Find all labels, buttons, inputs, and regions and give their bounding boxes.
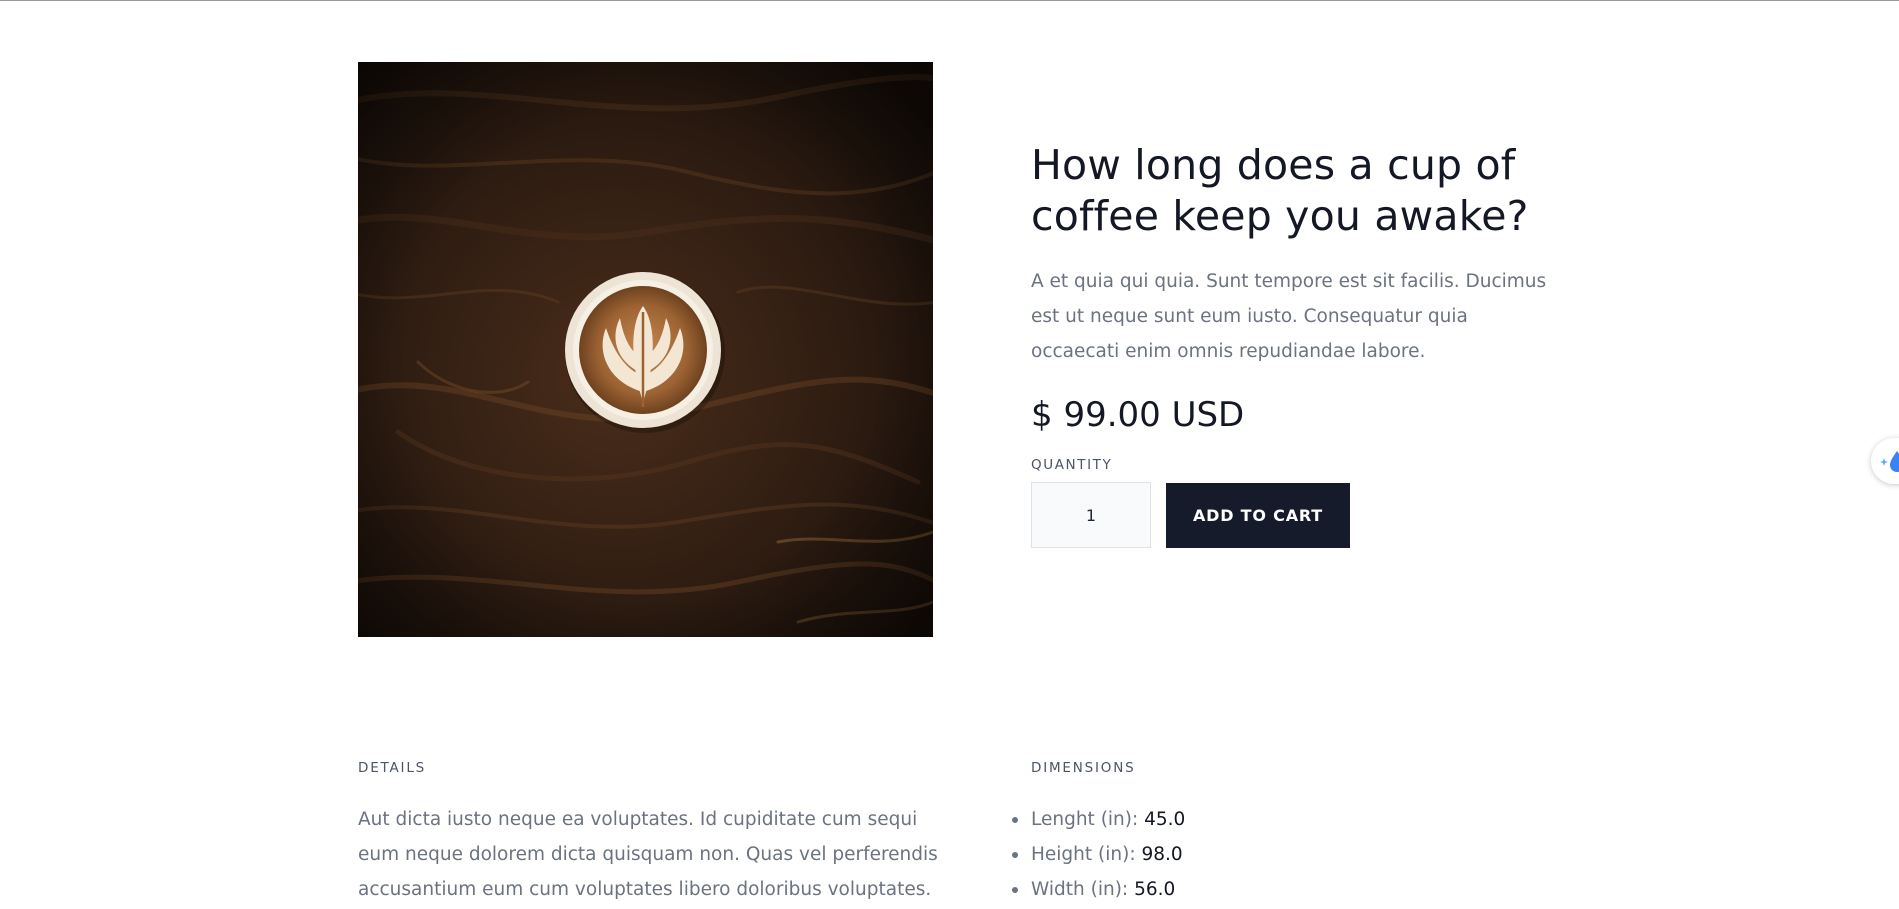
side-widget-tab[interactable] (1871, 438, 1899, 484)
water-drop-sparkle-icon (1880, 451, 1899, 472)
quantity-input[interactable] (1031, 482, 1151, 548)
dimension-key: Width (in): (1031, 879, 1129, 900)
dimension-height: Height (in): 98.0 (1011, 837, 1185, 872)
details-heading: DETAILS (358, 760, 427, 776)
dimension-key: Height (in): (1031, 844, 1136, 865)
details-text: Aut dicta iusto neque ea voluptates. Id … (358, 809, 938, 900)
product-image (358, 62, 933, 637)
product-title: How long does a cup of coffee keep you a… (1031, 141, 1529, 240)
dimension-length: Lenght (in): 45.0 (1011, 802, 1186, 837)
add-to-cart-button[interactable]: ADD TO CART (1166, 482, 1350, 548)
quantity-label: QUANTITY (1031, 457, 1113, 473)
dimension-value: 45.0 (1144, 809, 1186, 830)
product-description: A et quia qui quia. Sunt tempore est sit… (1031, 271, 1547, 362)
add-to-cart-form: ADD TO CART (1031, 482, 1551, 548)
dimension-value: 98.0 (1141, 844, 1183, 865)
dimension-value: 56.0 (1134, 879, 1176, 900)
dimensions-heading: DIMENSIONS (1031, 760, 1136, 776)
dimensions-list: Lenght (in): 45.0 Height (in): 98.0 Widt… (1011, 802, 1186, 907)
dimension-key: Lenght (in): (1031, 809, 1139, 830)
product-info: How long does a cup of coffee keep you a… (1031, 140, 1551, 548)
coffee-latte-photo (358, 62, 933, 637)
product-price: $ 99.00 USD (1031, 395, 1245, 435)
dimension-width: Width (in): 56.0 (1011, 872, 1185, 907)
top-divider (0, 0, 1899, 1)
